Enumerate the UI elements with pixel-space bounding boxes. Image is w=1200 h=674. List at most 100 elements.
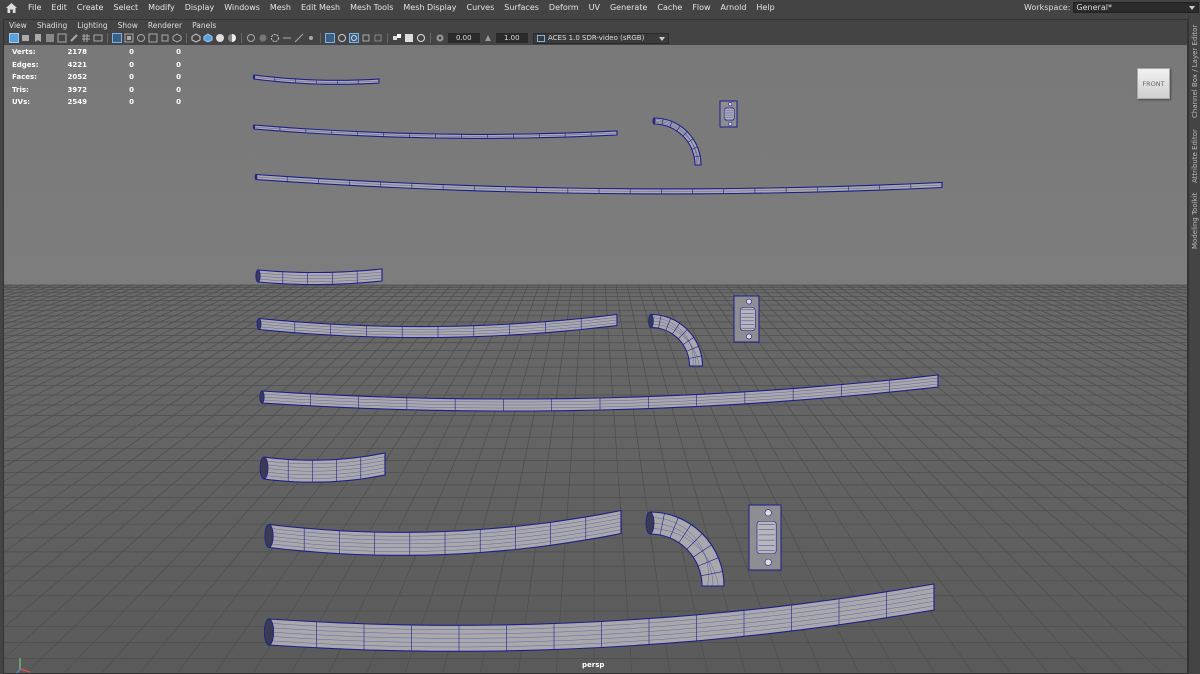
hud-value: 2549	[67, 98, 87, 107]
smooth-shade-icon[interactable]	[202, 33, 213, 44]
menu-help[interactable]: Help	[751, 0, 779, 15]
hud-row: UVs: 2549 0 0	[12, 96, 191, 109]
bookmarks-icon[interactable]	[32, 33, 43, 44]
panel-menu-shading[interactable]: Shading	[32, 20, 72, 31]
hud-value: 0	[129, 85, 134, 94]
use-all-lights-icon[interactable]	[245, 33, 256, 44]
camera-attributes-icon[interactable]	[20, 33, 31, 44]
hud-value: 0	[176, 98, 181, 107]
menu-modify[interactable]: Modify	[143, 0, 180, 15]
xray-joints-icon[interactable]	[360, 33, 371, 44]
menu-create[interactable]: Create	[72, 0, 109, 15]
tab-channel-box[interactable]: Channel Box / Layer Editor	[1190, 21, 1200, 121]
menu-mesh-display[interactable]: Mesh Display	[398, 0, 461, 15]
menu-file[interactable]: File	[23, 0, 46, 15]
menu-select[interactable]: Select	[108, 0, 143, 15]
view-cube-label: FRONT	[1142, 79, 1165, 88]
resolution-gate-icon[interactable]	[111, 33, 122, 44]
panel-toolbar: 0.00 1.00 ACES 1.0 SDR-video (sRGB)	[4, 31, 1187, 45]
motion-blur-icon[interactable]	[281, 33, 292, 44]
depth-of-field-icon[interactable]	[305, 33, 316, 44]
panel-menu-bar: View Shading Lighting Show Renderer Pane…	[4, 20, 1187, 31]
scene-canvas[interactable]	[4, 20, 1188, 674]
isolate-select-icon[interactable]	[324, 33, 335, 44]
pipe-clamp-mesh	[719, 100, 738, 128]
menu-generate[interactable]: Generate	[605, 0, 652, 15]
toolbar-separator	[186, 33, 187, 43]
home-icon[interactable]	[4, 1, 18, 14]
hud-value: 0	[176, 73, 181, 82]
hud-row: Tris: 3972 0 0	[12, 84, 191, 97]
viewport[interactable]: View Shading Lighting Show Renderer Pane…	[3, 19, 1188, 674]
menu-arnold[interactable]: Arnold	[716, 0, 752, 15]
menu-curves[interactable]: Curves	[461, 0, 499, 15]
menu-flow[interactable]: Flow	[687, 0, 715, 15]
menu-cache[interactable]: Cache	[652, 0, 687, 15]
exposure-slider-icon[interactable]	[434, 33, 445, 44]
film-gate-icon[interactable]	[92, 33, 103, 44]
panel-menu-lighting[interactable]: Lighting	[72, 20, 112, 31]
workspace-dropdown[interactable]: General*	[1073, 2, 1200, 13]
menu-edit-mesh[interactable]: Edit Mesh	[296, 0, 345, 15]
gamma-field[interactable]: 1.00	[496, 33, 528, 43]
wireframe-on-shaded-icon[interactable]	[214, 33, 225, 44]
menu-mesh-tools[interactable]: Mesh Tools	[345, 0, 398, 15]
menu-uv[interactable]: UV	[584, 0, 605, 15]
workspace-label: Workspace:	[1024, 3, 1071, 12]
xray-icon[interactable]	[336, 33, 347, 44]
hud-value: 2178	[67, 48, 87, 57]
camera-label: persp	[582, 661, 605, 669]
pipe-clamp-mesh	[748, 504, 782, 571]
select-camera-icon[interactable]	[8, 33, 19, 44]
gate-mask-icon[interactable]	[123, 33, 134, 44]
right-tab-strip: Channel Box / Layer Editor Attribute Edi…	[1188, 15, 1200, 674]
menu-mesh[interactable]: Mesh	[265, 0, 296, 15]
xray-active-icon[interactable]	[348, 33, 359, 44]
toolbar-separator	[320, 33, 321, 43]
menu-display[interactable]: Display	[180, 0, 220, 15]
cube-wire-icon[interactable]	[190, 33, 201, 44]
panel-menu-show[interactable]: Show	[113, 20, 143, 31]
hud-row: Faces: 2052 0 0	[12, 71, 191, 84]
menu-edit[interactable]: Edit	[46, 0, 72, 15]
field-chart-icon[interactable]	[135, 33, 146, 44]
hud-toggle-icon[interactable]	[372, 33, 383, 44]
view-cube[interactable]: FRONT	[1137, 68, 1170, 99]
view-transform-icon[interactable]	[415, 33, 426, 44]
gamma-slider-icon[interactable]	[482, 33, 493, 44]
safe-title-icon[interactable]	[159, 33, 170, 44]
hud-value: 0	[176, 48, 181, 57]
main-menu-bar: File Edit Create Select Modify Display W…	[0, 0, 1200, 15]
chevron-down-icon	[1189, 6, 1196, 10]
menu-windows[interactable]: Windows	[219, 0, 265, 15]
hud-label: Verts:	[12, 48, 36, 57]
hud-label: UVs:	[12, 98, 31, 107]
grid-toggle-icon[interactable]	[80, 33, 91, 44]
toolbar-separator	[430, 33, 431, 43]
safe-action-icon[interactable]	[147, 33, 158, 44]
color-space-dropdown[interactable]: ACES 1.0 SDR-video (sRGB)	[533, 32, 669, 44]
menu-surfaces[interactable]: Surfaces	[499, 0, 544, 15]
wireframe-icon[interactable]	[171, 33, 182, 44]
image-plane-icon[interactable]	[44, 33, 55, 44]
grease-pencil-icon[interactable]	[68, 33, 79, 44]
panel-menu-panels[interactable]: Panels	[187, 20, 221, 31]
screen-space-ao-icon[interactable]	[269, 33, 280, 44]
hud-value: 3972	[67, 85, 87, 94]
toolbar-separator	[241, 33, 242, 43]
shadows-icon[interactable]	[257, 33, 268, 44]
exposure-icon[interactable]	[391, 33, 402, 44]
hud-value: 4221	[67, 60, 87, 69]
hud-label: Edges:	[12, 60, 39, 69]
2d-pan-zoom-icon[interactable]	[56, 33, 67, 44]
anti-aliasing-icon[interactable]	[293, 33, 304, 44]
menu-deform[interactable]: Deform	[544, 0, 584, 15]
textured-icon[interactable]	[226, 33, 237, 44]
panel-menu-renderer[interactable]: Renderer	[143, 20, 187, 31]
exposure-field[interactable]: 0.00	[448, 33, 480, 43]
tab-modeling-toolkit[interactable]: Modeling Toolkit	[1190, 191, 1200, 251]
panel-menu-view[interactable]: View	[4, 20, 32, 31]
hud-value: 0	[129, 60, 134, 69]
gamma-icon[interactable]	[403, 33, 414, 44]
tab-attribute-editor[interactable]: Attribute Editor	[1190, 123, 1200, 189]
